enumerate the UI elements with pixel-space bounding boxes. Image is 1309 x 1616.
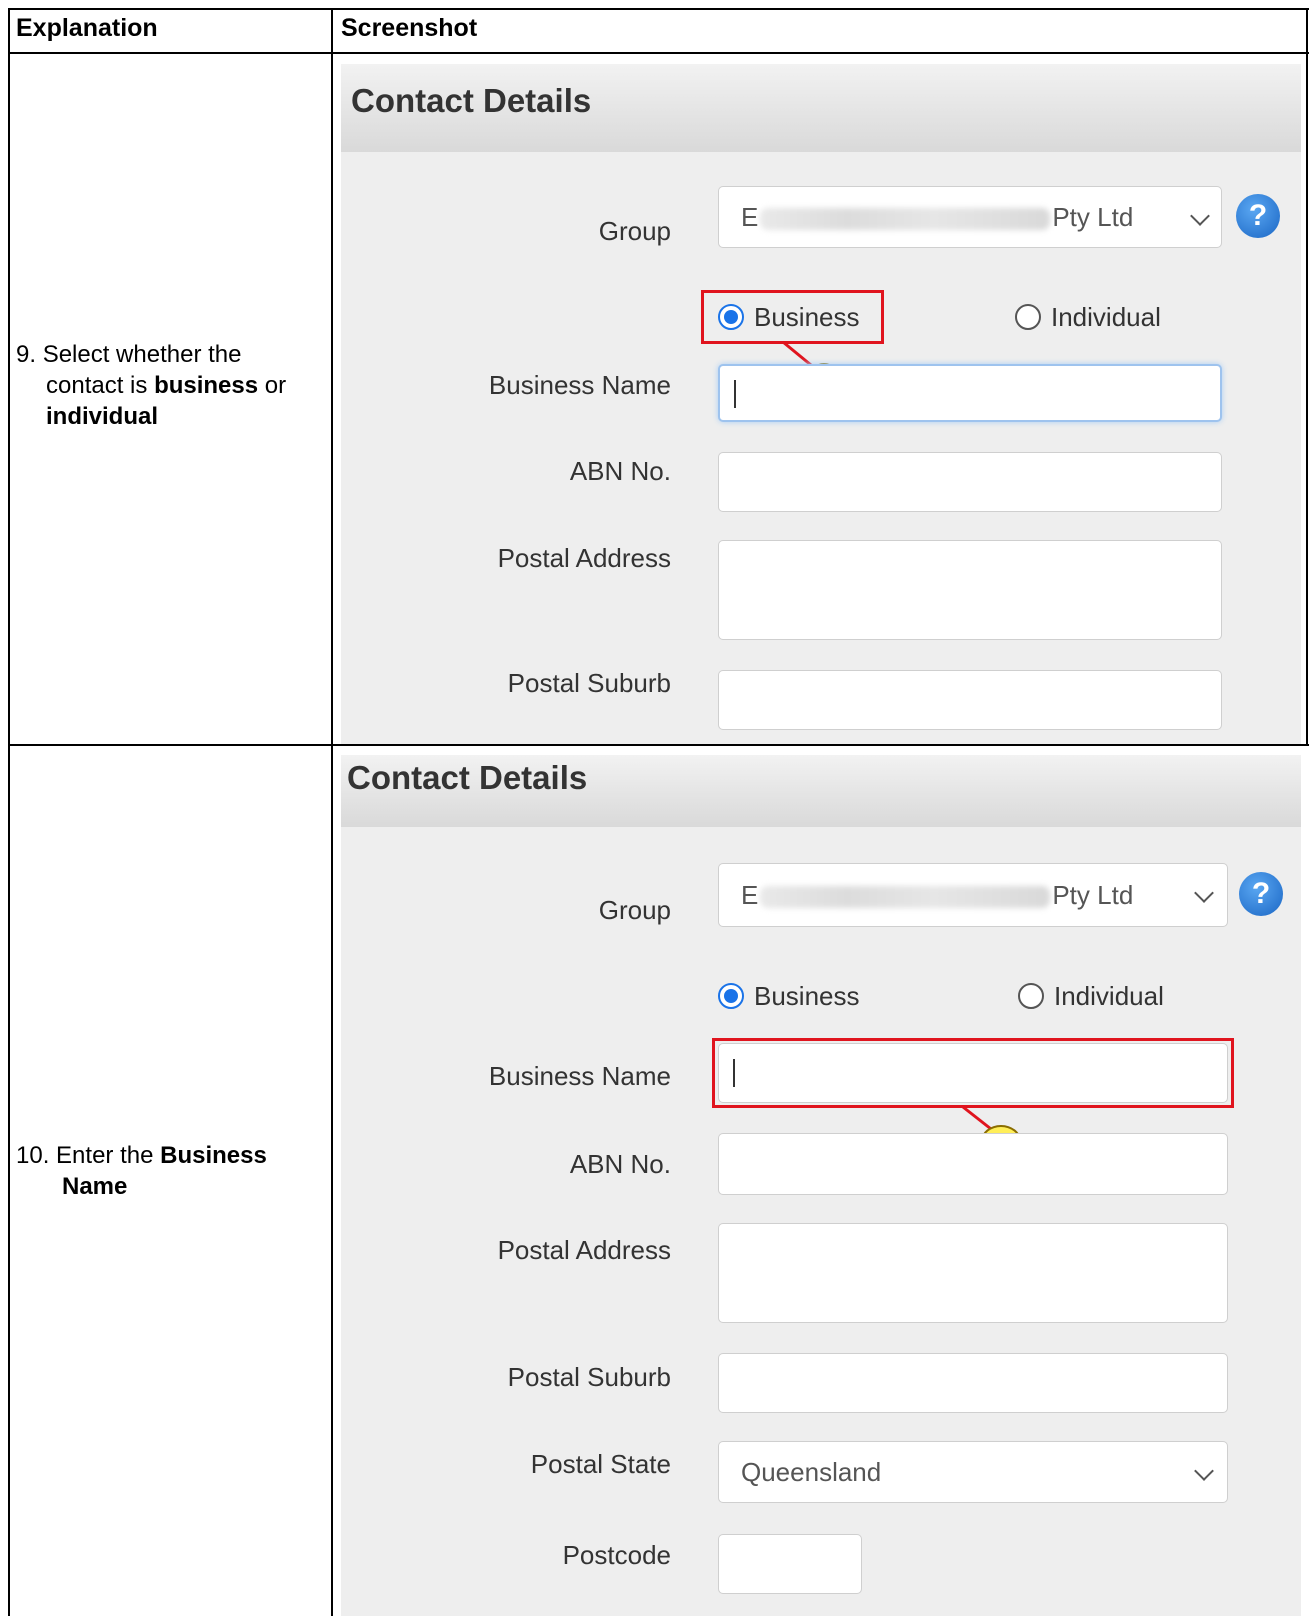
postal-suburb-label: Postal Suburb xyxy=(507,668,671,698)
abn-label: ABN No. xyxy=(569,456,671,486)
business-name-label: Business Name xyxy=(488,1061,671,1091)
abn-input[interactable] xyxy=(718,1133,1228,1195)
redacted-text xyxy=(760,208,1051,231)
postal-address-textarea[interactable] xyxy=(718,1223,1228,1323)
radio-unselected-icon xyxy=(1015,304,1041,330)
postal-state-label: Postal State xyxy=(530,1449,671,1479)
header-explanation: Explanation xyxy=(16,14,158,42)
step-bold-text: individual xyxy=(46,403,159,430)
group-select-value: E Pty Ltd xyxy=(741,202,1134,232)
postal-state-value: Queensland xyxy=(741,1457,882,1487)
radio-individual-label: Individual xyxy=(1054,981,1164,1011)
text-caret xyxy=(734,380,736,408)
panel-header: Contact Details xyxy=(341,755,1301,827)
header-screenshot: Screenshot xyxy=(341,14,478,42)
step-bold-text: Name xyxy=(62,1173,128,1200)
chevron-down-icon xyxy=(1190,206,1210,226)
step-text: Enter the xyxy=(56,1142,154,1169)
panel-title: Contact Details xyxy=(347,759,588,796)
postal-suburb-label: Postal Suburb xyxy=(507,1362,671,1392)
business-name-label: Business Name xyxy=(488,370,671,400)
group-select[interactable]: E Pty Ltd xyxy=(718,863,1228,927)
group-select-value: E Pty Ltd xyxy=(741,880,1134,910)
abn-label: ABN No. xyxy=(569,1149,671,1179)
step-bold-text: business xyxy=(154,372,259,399)
step-number: 9. xyxy=(16,341,37,368)
step-text: or xyxy=(264,372,287,399)
highlight-box xyxy=(701,290,884,344)
radio-individual-label: Individual xyxy=(1051,302,1161,332)
table-header-divider xyxy=(8,52,1309,54)
help-icon[interactable]: ? xyxy=(1236,194,1280,238)
chevron-down-icon xyxy=(1194,883,1214,903)
postal-address-textarea[interactable] xyxy=(718,540,1222,640)
contact-details-screenshot-2: Contact Details Group E Pty Ltd ? Busines… xyxy=(341,755,1301,1616)
abn-input[interactable] xyxy=(718,452,1222,512)
step-text: contact is xyxy=(46,372,148,399)
business-name-input[interactable] xyxy=(718,364,1222,422)
group-label: Group xyxy=(598,216,671,246)
postal-suburb-input[interactable] xyxy=(718,1353,1228,1413)
group-select[interactable]: E Pty Ltd xyxy=(718,186,1222,248)
table-border-top xyxy=(8,8,1309,10)
table-row-divider xyxy=(8,744,1309,746)
step-number: 10. xyxy=(16,1142,50,1169)
panel-title: Contact Details xyxy=(351,82,592,119)
radio-unselected-icon xyxy=(1018,983,1044,1009)
radio-business-label: Business xyxy=(754,981,860,1011)
panel-header: Contact Details xyxy=(341,64,1301,152)
table-border-right xyxy=(1306,8,1308,745)
table-border-left xyxy=(8,8,10,1616)
contact-details-screenshot-1: Contact Details Group E Pty Ltd ? Busines… xyxy=(341,64,1301,744)
highlight-box xyxy=(712,1038,1234,1108)
table-column-divider xyxy=(331,8,333,1616)
step-9-explanation: 9. Select whether the contact is busines… xyxy=(16,339,286,432)
step-bold-text: Business xyxy=(160,1142,267,1169)
group-label: Group xyxy=(598,895,671,925)
step-10-explanation: 10. Enter the Business Name xyxy=(16,1140,267,1202)
chevron-down-icon xyxy=(1194,1461,1214,1481)
postal-address-label: Postal Address xyxy=(497,543,671,573)
postal-address-label: Postal Address xyxy=(497,1235,671,1265)
step-text: Select whether the xyxy=(42,341,242,368)
help-icon[interactable]: ? xyxy=(1239,872,1283,916)
postcode-input[interactable] xyxy=(718,1534,862,1594)
radio-selected-icon xyxy=(718,983,744,1009)
redacted-text xyxy=(760,886,1051,909)
postal-state-select[interactable]: Queensland xyxy=(718,1441,1228,1503)
postcode-label: Postcode xyxy=(562,1540,671,1570)
postal-suburb-input[interactable] xyxy=(718,670,1222,730)
